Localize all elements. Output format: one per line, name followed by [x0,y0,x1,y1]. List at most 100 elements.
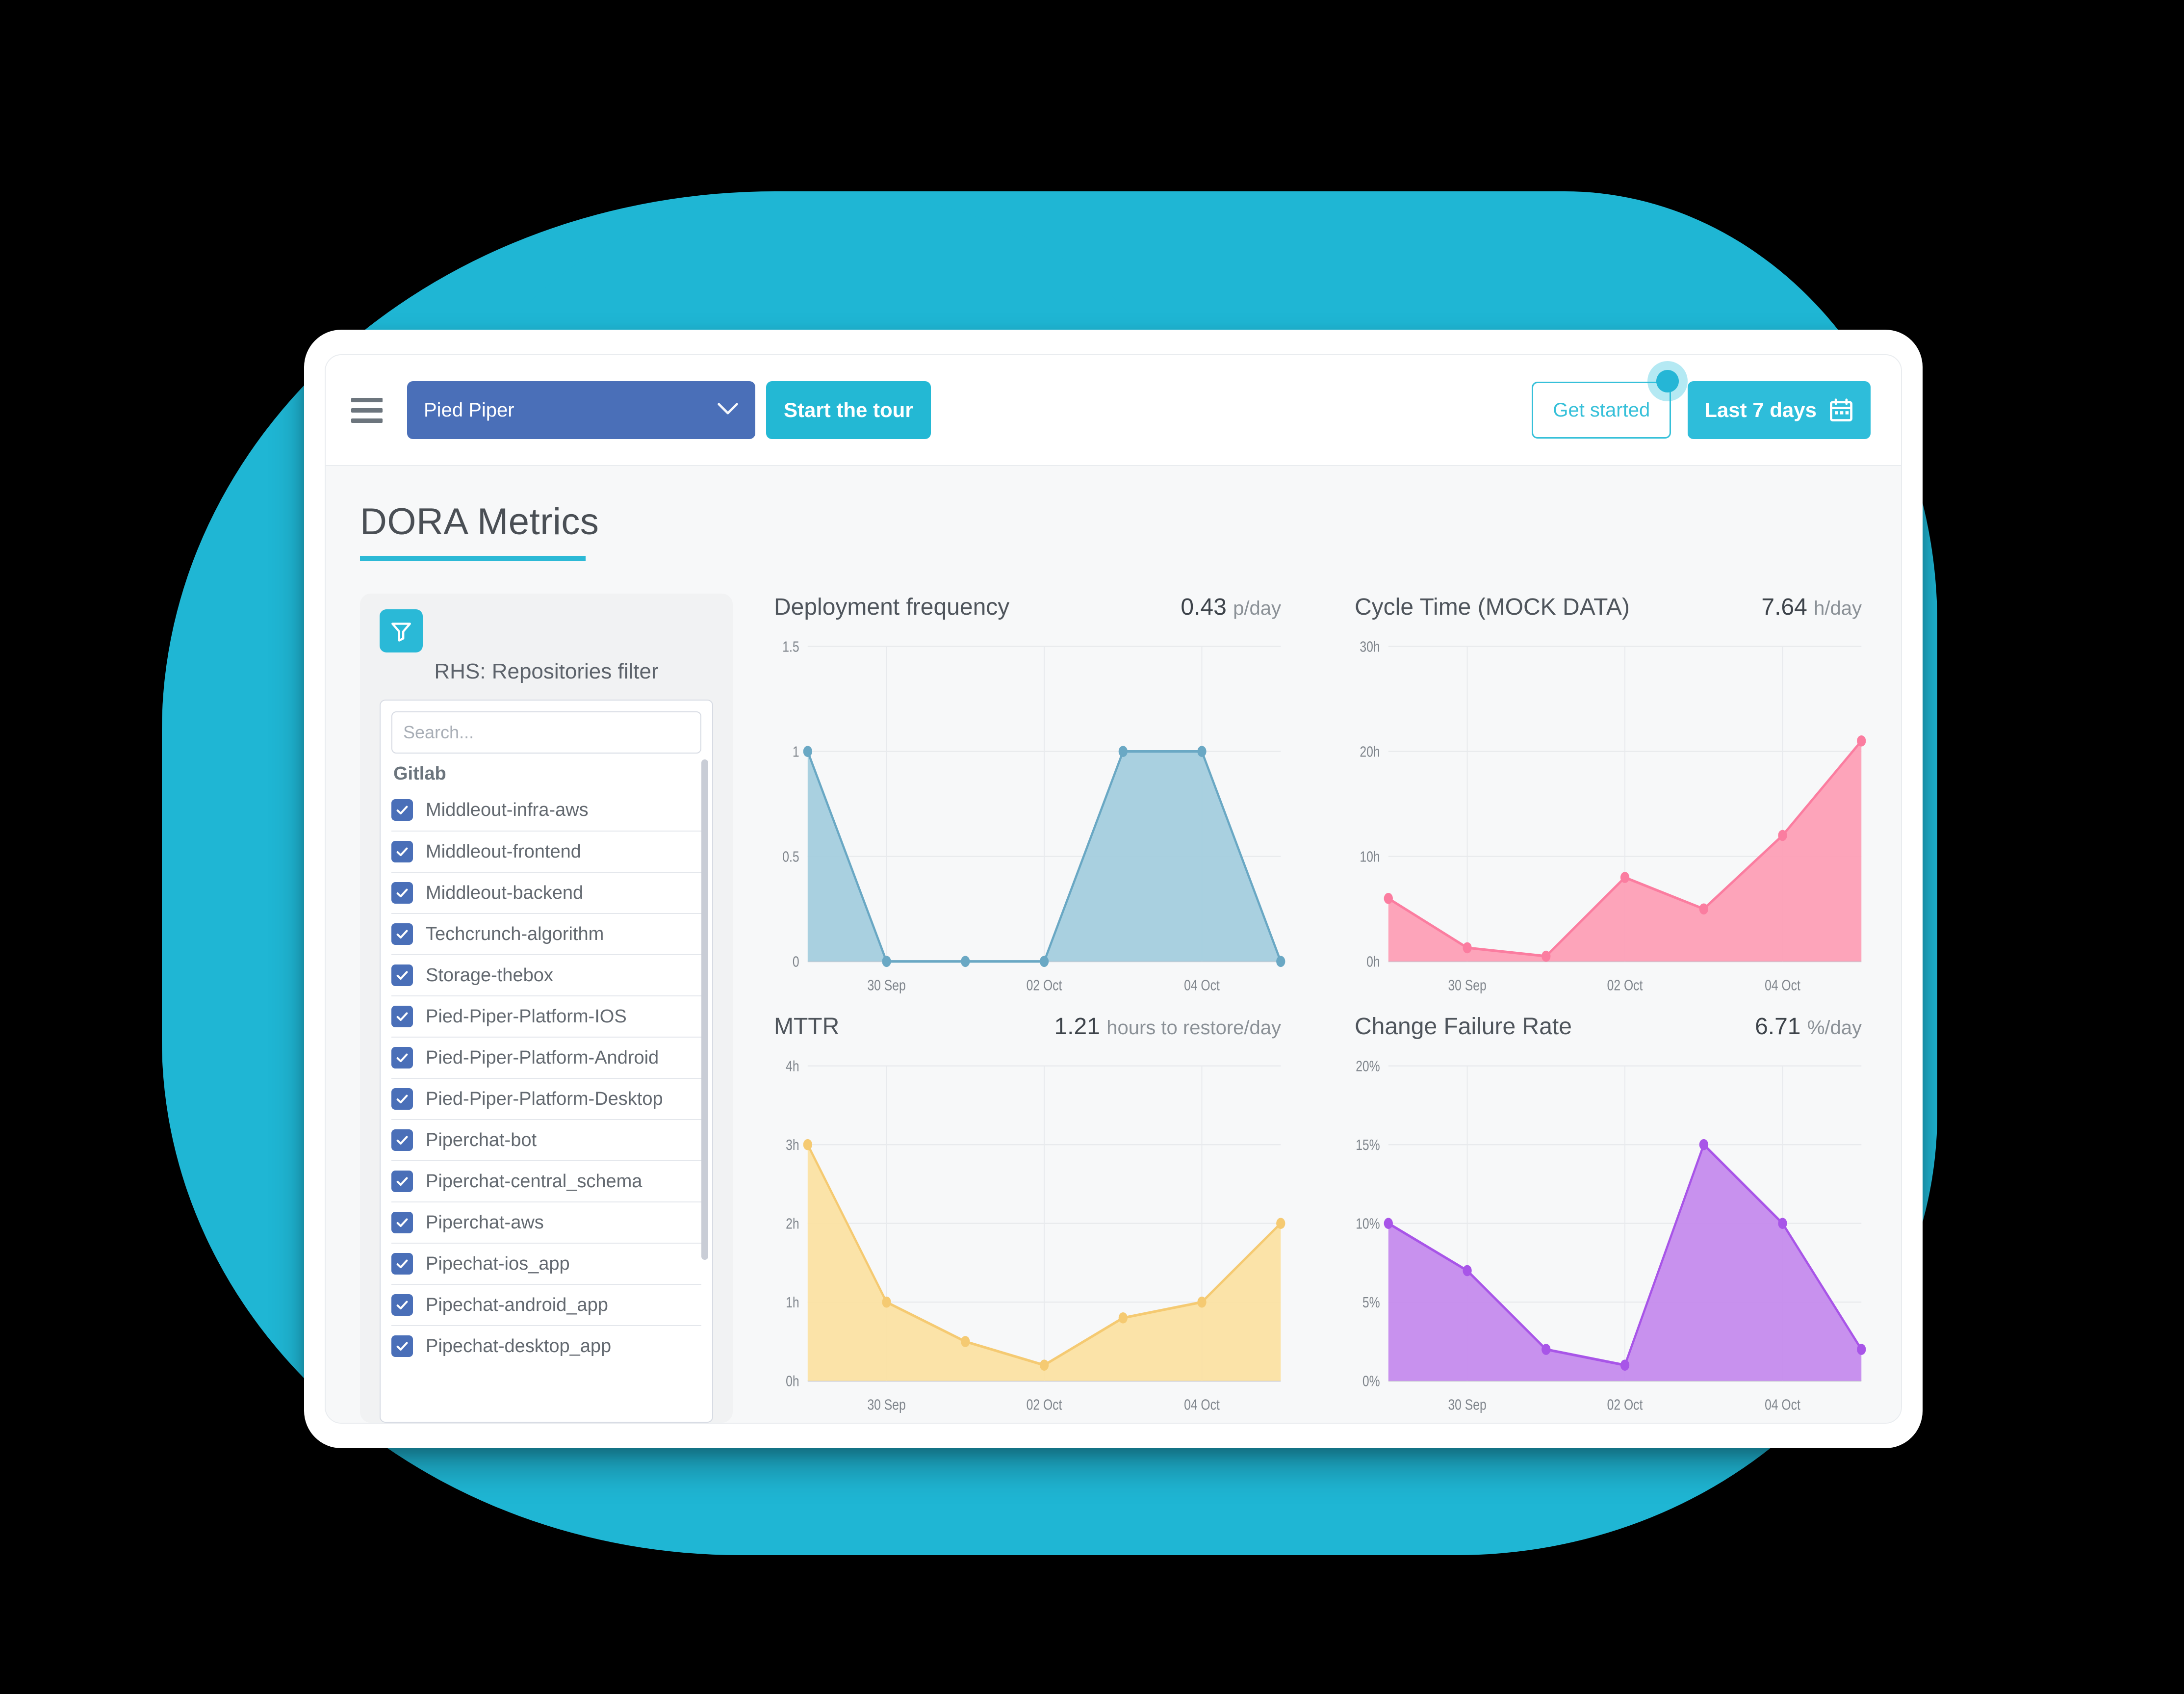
repository-list-item[interactable]: Middleout-infra-aws [391,789,701,831]
svg-text:0: 0 [793,953,799,970]
repository-name: Storage-thebox [426,964,553,986]
project-select-value: Pied Piper [424,399,514,421]
page-title: DORA Metrics [360,501,599,543]
chart-kpi: 7.64 h/day [1761,594,1862,621]
repository-checkbox[interactable] [391,1253,413,1275]
repository-name: Piperchat-aws [426,1212,544,1233]
repository-list: Middleout-infra-aws Middleout-frontend Mid… [391,789,701,1366]
chart-title: Deployment frequency [774,594,1010,620]
svg-text:15%: 15% [1356,1136,1380,1153]
repository-name: Pipechat-android_app [426,1294,608,1315]
chart-title: MTTR [774,1014,840,1040]
chart-kpi-unit: %/day [1807,1017,1862,1039]
repository-name: Middleout-frontend [426,841,581,862]
chart-kpi: 0.43 p/day [1181,594,1281,621]
topbar-right-actions: Get started Last 7 days [1532,361,1871,439]
repository-list-item[interactable]: Middleout-backend [391,872,701,913]
repository-list-item[interactable]: Pipechat-ios_app [391,1243,701,1284]
repository-checkbox[interactable] [391,1047,413,1069]
chart-plot-change-failure-rate: 0% 5% 10% 15% 20% 30 Sep 02 Oct 04 Oct [1340,1057,1867,1423]
repository-checkbox[interactable] [391,882,413,904]
chart-kpi-value: 1.21 [1054,1014,1100,1040]
chart-header: Cycle Time (MOCK DATA) 7.64 h/day [1340,594,1867,621]
repository-checkbox[interactable] [391,799,413,821]
chart-kpi-unit: hours to restore/day [1106,1017,1281,1039]
notification-pulse-icon[interactable] [1647,361,1688,401]
repository-name: Pipechat-ios_app [426,1253,570,1274]
search-input[interactable] [391,711,701,754]
chevron-down-icon [717,401,739,419]
repository-checkbox[interactable] [391,1294,413,1316]
repository-list-item[interactable]: Pipechat-desktop_app [391,1325,701,1366]
start-tour-button[interactable]: Start the tour [766,381,931,439]
repository-list-item[interactable]: Techcrunch-algorithm [391,913,701,954]
svg-text:04 Oct: 04 Oct [1184,977,1220,993]
repository-list-item[interactable]: Pied-Piper-Platform-Android [391,1037,701,1078]
svg-text:0h: 0h [1366,953,1380,970]
chart-kpi-unit: p/day [1233,598,1281,619]
repository-name: Pied-Piper-Platform-IOS [426,1006,627,1027]
dashboard-row: RHS: Repositories filter Gitlab Middleou… [360,594,1867,1423]
repository-list-item[interactable]: Pied-Piper-Platform-IOS [391,995,701,1037]
repository-list-item[interactable]: Piperchat-bot [391,1119,701,1160]
chart-plot-deployment-frequency: 0 0.5 1 1.5 30 Sep 02 Oct 04 Oct [759,637,1286,1003]
repository-list-item[interactable]: Piperchat-aws [391,1201,701,1243]
chart-card-deployment-frequency: Deployment frequency 0.43 p/day 0 0.5 1 1.5 30… [759,594,1286,1003]
repository-name: Middleout-infra-aws [426,799,589,820]
svg-text:30 Sep: 30 Sep [867,1396,905,1413]
svg-text:04 Oct: 04 Oct [1765,977,1800,993]
repository-list-item[interactable]: Pipechat-android_app [391,1284,701,1325]
repository-name: Pied-Piper-Platform-Desktop [426,1088,663,1109]
funnel-icon[interactable] [380,609,423,652]
chart-kpi-value: 6.71 [1755,1014,1801,1040]
repository-checkbox[interactable] [391,1006,413,1027]
svg-text:10h: 10h [1360,848,1380,865]
chart-plot-cycle-time: 0h 10h 20h 30h 30 Sep 02 Oct 04 Oct [1340,637,1867,1003]
repository-checkbox[interactable] [391,1129,413,1151]
app-content: DORA Metrics RHS: Repositories filter Se… [326,466,1901,1423]
chart-header: Deployment frequency 0.43 p/day [759,594,1286,621]
hamburger-icon[interactable] [351,397,383,423]
repository-checkbox[interactable] [391,1335,413,1357]
calendar-icon [1828,397,1854,423]
svg-text:30 Sep: 30 Sep [1448,977,1486,993]
chart-card-cycle-time: Cycle Time (MOCK DATA) 7.64 h/day 0h 10h 20h… [1340,594,1867,1003]
chart-title: Change Failure Rate [1355,1014,1572,1040]
repository-checkbox[interactable] [391,923,413,945]
project-select[interactable]: Pied Piper [407,381,755,439]
chart-kpi-value: 0.43 [1181,594,1227,620]
repository-list-item[interactable]: Piperchat-central_schema [391,1160,701,1201]
filter-heading: RHS: Repositories filter [434,659,659,683]
repository-checkbox[interactable] [391,1171,413,1192]
chart-kpi-value: 7.64 [1761,594,1807,620]
get-started-label: Get started [1553,399,1650,421]
repository-checkbox[interactable] [391,964,413,986]
list-scrollbar[interactable] [701,759,708,1260]
app-topbar: Pied Piper Start the tour Get started La… [326,355,1901,466]
date-range-button[interactable]: Last 7 days [1688,381,1871,439]
repository-name: Piperchat-central_schema [426,1171,642,1192]
start-tour-label: Start the tour [784,398,913,421]
date-range-label: Last 7 days [1704,398,1817,421]
svg-text:0%: 0% [1362,1373,1380,1389]
chart-kpi: 1.21 hours to restore/day [1054,1013,1281,1040]
repository-group-label: Gitlab [393,763,446,784]
svg-text:1: 1 [793,743,799,760]
repository-name: Piperchat-bot [426,1129,537,1150]
svg-text:20%: 20% [1356,1058,1380,1074]
svg-text:02 Oct: 02 Oct [1607,1396,1643,1413]
svg-text:30h: 30h [1360,638,1380,655]
repository-checkbox[interactable] [391,841,413,862]
repository-checkbox[interactable] [391,1212,413,1233]
repository-list-item[interactable]: Pied-Piper-Platform-Desktop [391,1078,701,1119]
chart-title: Cycle Time (MOCK DATA) [1355,594,1630,620]
repository-list-item[interactable]: Storage-thebox [391,954,701,995]
repository-list-item[interactable]: Middleout-frontend [391,831,701,872]
svg-text:02 Oct: 02 Oct [1607,977,1643,993]
repository-checkbox[interactable] [391,1088,413,1110]
chart-kpi-unit: h/day [1814,598,1862,619]
svg-text:04 Oct: 04 Oct [1184,1396,1220,1413]
chart-kpi: 6.71 %/day [1755,1013,1862,1040]
app-screen: Pied Piper Start the tour Get started La… [325,354,1902,1424]
repository-name: Techcrunch-algorithm [426,923,604,944]
